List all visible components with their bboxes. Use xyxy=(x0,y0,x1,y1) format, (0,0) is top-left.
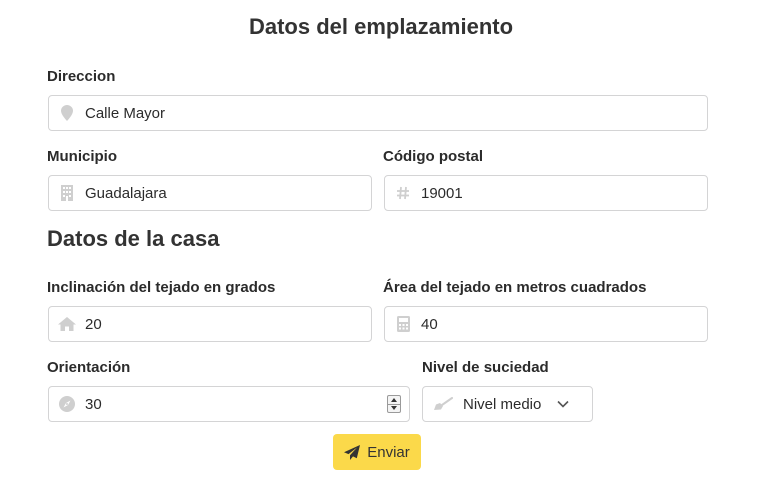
address-field[interactable]: Calle Mayor xyxy=(48,95,708,131)
municipality-value: Guadalajara xyxy=(85,184,167,202)
roof-slope-label: Inclinación del tejado en grados xyxy=(47,279,276,296)
broom-icon xyxy=(423,397,463,411)
orientation-field[interactable]: 30 xyxy=(48,386,410,422)
calculator-icon xyxy=(385,316,421,332)
orientation-value: 30 xyxy=(85,395,102,413)
chevron-down-icon[interactable] xyxy=(557,400,569,408)
postal-code-field[interactable]: 19001 xyxy=(384,175,708,211)
page-title: Datos del emplazamiento xyxy=(248,14,514,39)
roof-area-field[interactable]: 40 xyxy=(384,306,708,342)
orientation-label: Orientación xyxy=(47,359,131,376)
address-label: Direccion xyxy=(47,68,116,85)
spin-up-icon[interactable] xyxy=(388,396,400,404)
postal-code-value: 19001 xyxy=(421,184,463,202)
hash-icon xyxy=(385,186,421,200)
roof-area-value: 40 xyxy=(421,315,438,333)
dirt-level-label: Nivel de suciedad xyxy=(422,359,549,376)
paper-plane-icon xyxy=(344,444,361,460)
municipality-field[interactable]: Guadalajara xyxy=(48,175,372,211)
submit-label: Enviar xyxy=(367,443,410,461)
building-icon xyxy=(49,185,85,201)
roof-slope-value: 20 xyxy=(85,315,102,333)
map-pin-icon xyxy=(49,105,85,121)
number-spinner[interactable] xyxy=(387,395,401,413)
home-icon xyxy=(49,317,85,331)
dirt-level-value: Nivel medio xyxy=(463,395,542,413)
postal-code-label: Código postal xyxy=(383,148,483,165)
dirt-level-select[interactable]: Nivel medio xyxy=(422,386,593,422)
section-title-house: Datos de la casa xyxy=(47,226,220,251)
roof-area-label: Área del tejado en metros cuadrados xyxy=(383,279,647,296)
submit-button[interactable]: Enviar xyxy=(333,434,421,470)
roof-slope-field[interactable]: 20 xyxy=(48,306,372,342)
spin-down-icon[interactable] xyxy=(388,403,400,413)
compass-icon xyxy=(49,396,85,412)
municipality-label: Municipio xyxy=(47,148,117,165)
address-value: Calle Mayor xyxy=(85,104,166,122)
